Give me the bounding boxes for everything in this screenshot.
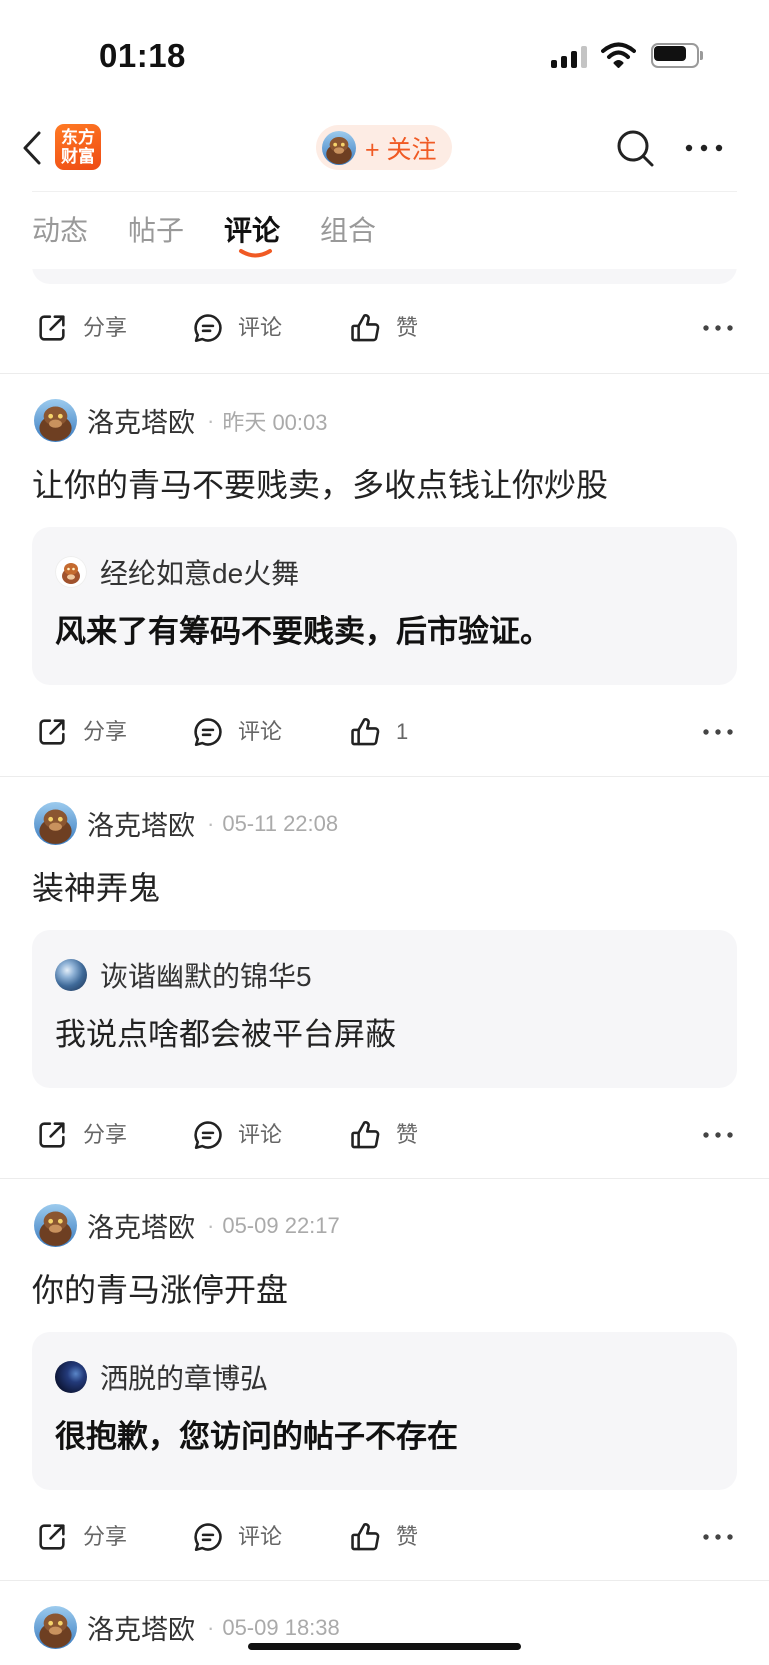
like-label: 赞 bbox=[396, 315, 419, 340]
wifi-icon bbox=[601, 42, 636, 68]
meta-separator: · bbox=[207, 1212, 215, 1238]
like-button[interactable]: 赞 bbox=[348, 1517, 418, 1557]
logo-text-line1: 东方 bbox=[61, 128, 95, 147]
share-label: 分享 bbox=[83, 1524, 128, 1549]
quoted-post[interactable]: 诙谐幽默的锦华5 我说点啥都会被平台屏蔽 bbox=[32, 930, 737, 1088]
share-button[interactable]: 分享 bbox=[35, 712, 127, 752]
post-time: 昨天 00:03 bbox=[222, 409, 328, 435]
avatar[interactable] bbox=[34, 1204, 77, 1247]
more-dots-icon[interactable] bbox=[702, 323, 734, 333]
status-time: 01:18 bbox=[99, 37, 186, 74]
comment-label: 评论 bbox=[238, 719, 283, 744]
avatar[interactable] bbox=[34, 1606, 77, 1649]
comment-button[interactable]: 评论 bbox=[191, 1517, 282, 1557]
quoted-post[interactable]: 洒脱的章博弘 很抱歉，您访问的帖子不存在 bbox=[32, 1332, 737, 1490]
avatar[interactable] bbox=[34, 802, 77, 845]
tab-dynamics[interactable]: 动态 bbox=[32, 212, 88, 250]
author-name[interactable]: 洛克塔欧 bbox=[87, 1608, 195, 1647]
battery-icon bbox=[651, 43, 705, 68]
comment-post[interactable]: 洛克塔欧 · 昨天 00:03 让你的青马不要贱卖，多收点钱让你炒股 经纶如意d… bbox=[0, 373, 769, 776]
comment-post[interactable]: 洛克塔欧 · 05-11 22:08 装神弄鬼 诙谐幽默的锦华5 我说点啥都会被… bbox=[0, 776, 769, 1179]
share-button[interactable]: 分享 bbox=[35, 1517, 127, 1557]
comment-label: 评论 bbox=[238, 1122, 283, 1147]
share-icon bbox=[39, 1122, 65, 1148]
thumbs-up-icon bbox=[351, 314, 380, 342]
quoted-author[interactable]: 经纶如意de火舞 bbox=[100, 552, 299, 592]
comment-button[interactable]: 评论 bbox=[191, 308, 282, 348]
post-content[interactable]: 装神弄鬼 bbox=[32, 868, 160, 908]
home-indicator[interactable] bbox=[248, 1643, 521, 1650]
like-label: 赞 bbox=[396, 1122, 419, 1147]
comment-icon bbox=[194, 718, 222, 747]
author-name[interactable]: 洛克塔欧 bbox=[87, 1206, 195, 1245]
quoted-text: 很抱歉，您访问的帖子不存在 bbox=[55, 1419, 458, 1454]
share-label: 分享 bbox=[83, 719, 128, 744]
thumbs-up-icon bbox=[351, 1121, 380, 1149]
more-dots-icon[interactable] bbox=[684, 138, 724, 158]
comment-icon bbox=[194, 1121, 222, 1150]
author-name[interactable]: 洛克塔欧 bbox=[87, 804, 195, 843]
like-button[interactable]: 赞 bbox=[348, 1115, 418, 1155]
post-actions: 分享 评论 赞 bbox=[0, 308, 769, 348]
follow-label: + 关注 bbox=[365, 135, 437, 164]
share-label: 分享 bbox=[83, 1122, 128, 1147]
comment-button[interactable]: 评论 bbox=[191, 712, 282, 752]
comment-label: 评论 bbox=[238, 1524, 283, 1549]
post-time: 05-11 22:08 bbox=[222, 810, 339, 836]
app-logo[interactable]: 东方 财富 bbox=[55, 124, 101, 170]
tab-posts[interactable]: 帖子 bbox=[128, 212, 184, 250]
comment-icon bbox=[194, 314, 222, 343]
comment-label: 评论 bbox=[238, 315, 283, 340]
comment-button[interactable]: 评论 bbox=[191, 1115, 282, 1155]
meta-separator: · bbox=[207, 407, 215, 433]
chevron-left-icon[interactable] bbox=[20, 130, 44, 166]
avatar bbox=[322, 130, 356, 165]
tab-portfolio[interactable]: 组合 bbox=[320, 212, 376, 250]
comment-post[interactable]: 洛克塔欧 · 05-09 22:17 你的青马涨停开盘 洒脱的章博弘 很抱歉，您… bbox=[0, 1178, 769, 1581]
tab-bar: 动态 帖子 评论 组合 bbox=[0, 192, 769, 269]
more-dots-icon[interactable] bbox=[702, 1130, 734, 1140]
quoted-author[interactable]: 洒脱的章博弘 bbox=[100, 1357, 268, 1397]
like-button[interactable]: 1 bbox=[348, 712, 408, 752]
comment-post[interactable]: 洛克塔欧 · 05-09 18:38 bbox=[0, 1580, 769, 1665]
thumbs-up-icon bbox=[351, 1523, 380, 1551]
post-actions: 分享 评论 1 bbox=[0, 712, 769, 752]
share-label: 分享 bbox=[83, 315, 128, 340]
search-icon[interactable] bbox=[615, 128, 655, 168]
post-actions: 分享 评论 赞 bbox=[0, 1115, 769, 1155]
avatar bbox=[55, 1361, 87, 1393]
post-content[interactable]: 你的青马涨停开盘 bbox=[32, 1270, 288, 1310]
avatar[interactable] bbox=[34, 399, 77, 442]
active-tab-indicator bbox=[239, 249, 272, 258]
share-icon bbox=[39, 315, 65, 341]
like-count: 1 bbox=[396, 719, 409, 744]
follow-button[interactable]: + 关注 bbox=[316, 125, 452, 170]
more-dots-icon[interactable] bbox=[702, 1532, 734, 1542]
avatar bbox=[55, 959, 87, 991]
quoted-text: 风来了有筹码不要贱卖，后市验证。 bbox=[55, 614, 551, 649]
author-name[interactable]: 洛克塔欧 bbox=[87, 401, 195, 440]
post-time: 05-09 18:38 bbox=[222, 1614, 340, 1640]
comment-icon bbox=[194, 1523, 222, 1552]
meta-separator: · bbox=[207, 1614, 215, 1640]
post-content[interactable]: 让你的青马不要贱卖，多收点钱让你炒股 bbox=[32, 465, 608, 505]
thumbs-up-icon bbox=[351, 718, 380, 746]
more-dots-icon[interactable] bbox=[702, 727, 734, 737]
like-button[interactable]: 赞 bbox=[348, 308, 418, 348]
cellular-signal-icon bbox=[551, 44, 588, 68]
avatar bbox=[55, 556, 87, 588]
like-label: 赞 bbox=[396, 1524, 419, 1549]
meta-separator: · bbox=[207, 810, 215, 836]
post-time: 05-09 22:17 bbox=[222, 1212, 340, 1238]
post-actions: 分享 评论 赞 bbox=[0, 1517, 769, 1557]
share-button[interactable]: 分享 bbox=[35, 308, 127, 348]
share-icon bbox=[39, 719, 65, 745]
quoted-author[interactable]: 诙谐幽默的锦华5 bbox=[100, 955, 312, 995]
share-icon bbox=[39, 1524, 65, 1550]
quoted-text: 我说点啥都会被平台屏蔽 bbox=[55, 1017, 396, 1052]
quoted-post[interactable]: 经纶如意de火舞 风来了有筹码不要贱卖，后市验证。 bbox=[32, 527, 737, 685]
logo-text-line2: 财富 bbox=[61, 147, 95, 166]
share-button[interactable]: 分享 bbox=[35, 1115, 127, 1155]
tab-comments[interactable]: 评论 bbox=[224, 212, 280, 250]
